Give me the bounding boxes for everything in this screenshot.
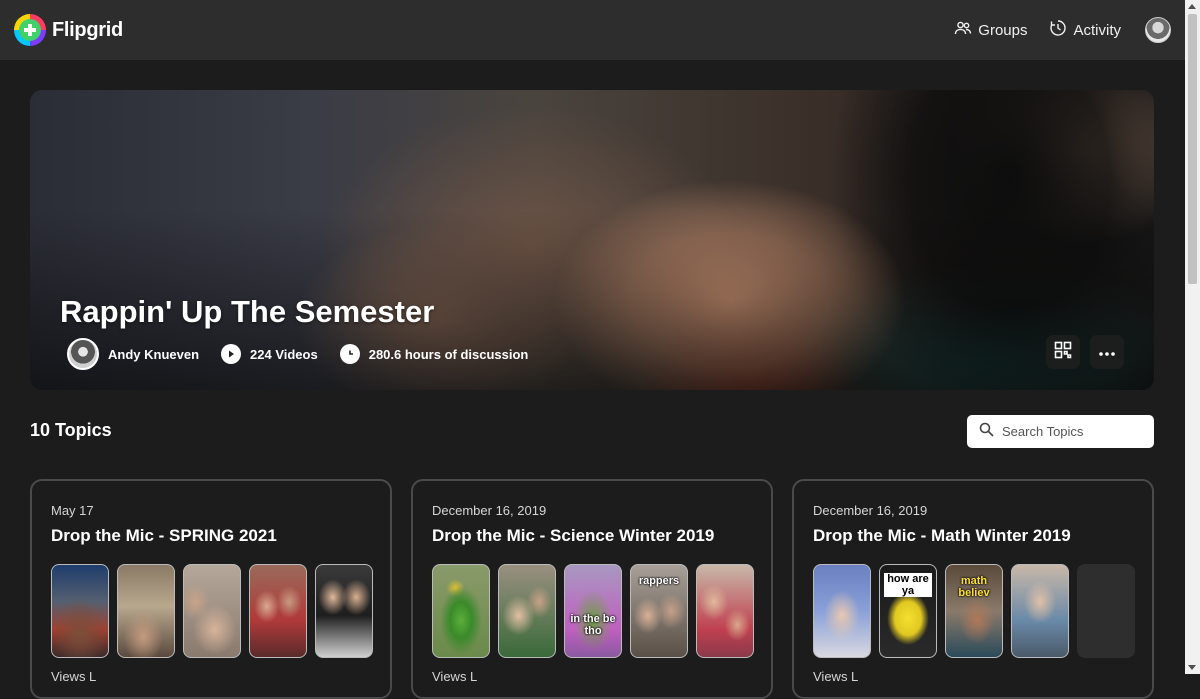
flipgrid-logo[interactable]: Flipgrid <box>14 14 123 46</box>
hero-actions <box>1046 335 1124 369</box>
topic-thumbnails: how are ya math believ <box>813 564 1135 658</box>
topic-title: Drop the Mic - Science Winter 2019 <box>432 526 715 545</box>
topic-card[interactable]: May 17 Drop the Mic - SPRING 2021 Views … <box>30 479 392 699</box>
user-avatar[interactable] <box>1145 17 1171 43</box>
owner-name: Andy Knueven <box>108 346 200 362</box>
thumbnail-caption: math believ <box>958 575 990 599</box>
video-thumbnail[interactable] <box>315 564 373 658</box>
video-thumbnail[interactable] <box>51 564 109 658</box>
qr-code-icon <box>1054 341 1072 364</box>
nav-activity-label: Activity <box>1073 21 1121 39</box>
topic-title: Drop the Mic - SPRING 2021 <box>51 526 277 545</box>
thumbnail-caption: rappers <box>638 575 680 587</box>
topic-views: Views L <box>51 669 97 684</box>
activity-icon <box>1049 19 1067 41</box>
more-icon <box>1099 343 1115 361</box>
video-thumbnail[interactable] <box>249 564 307 658</box>
video-thumbnail[interactable]: rappers <box>630 564 688 658</box>
video-count-label: 224 Videos <box>250 346 318 362</box>
video-count: 224 Videos <box>221 344 318 364</box>
top-bar: Flipgrid Groups Activity <box>0 0 1185 60</box>
owner-avatar <box>67 338 99 370</box>
topic-date: May 17 <box>51 503 94 518</box>
topic-date: December 16, 2019 <box>813 503 928 518</box>
video-thumbnail[interactable] <box>183 564 241 658</box>
topic-views: Views L <box>813 669 859 684</box>
group-hero-banner: Rappin' Up The Semester Andy Knueven 224… <box>30 90 1154 390</box>
search-icon <box>979 422 994 442</box>
clock-icon <box>339 344 360 364</box>
nav-activity[interactable]: Activity <box>1049 19 1121 41</box>
thumbnail-placeholder <box>1077 564 1135 658</box>
topic-views: Views L <box>432 669 478 684</box>
logo-text: Flipgrid <box>52 18 123 41</box>
topic-thumbnails <box>51 564 373 658</box>
group-owner[interactable]: Andy Knueven <box>67 338 199 370</box>
scroll-thumb[interactable] <box>1188 14 1197 284</box>
thumbnail-caption: in the be tho <box>570 613 616 637</box>
video-thumbnail[interactable] <box>696 564 754 658</box>
thumbnail-caption: how are ya <box>884 573 932 597</box>
more-options-button[interactable] <box>1090 335 1124 369</box>
scroll-down-arrow-icon[interactable] <box>1188 665 1196 670</box>
topic-title: Drop the Mic - Math Winter 2019 <box>813 526 1071 545</box>
nav-groups-label: Groups <box>978 21 1028 39</box>
video-thumbnail[interactable]: how are ya <box>879 564 937 658</box>
search-topics-input[interactable] <box>1002 424 1132 439</box>
video-thumbnail[interactable]: in the be tho <box>564 564 622 658</box>
group-title: Rappin' Up The Semester <box>60 294 435 329</box>
logo-mark-icon <box>14 14 46 46</box>
video-thumbnail[interactable] <box>117 564 175 658</box>
group-meta: Andy Knueven 224 Videos 280.6 hours of d… <box>67 338 528 370</box>
video-thumbnail[interactable]: math believ <box>945 564 1003 658</box>
play-icon <box>221 344 242 364</box>
topic-card[interactable]: December 16, 2019 Drop the Mic - Science… <box>411 479 773 699</box>
video-thumbnail[interactable] <box>1011 564 1069 658</box>
video-thumbnail[interactable] <box>432 564 490 658</box>
groups-icon <box>954 19 972 41</box>
page-scrollbar[interactable] <box>1185 0 1200 674</box>
nav-groups[interactable]: Groups <box>954 19 1027 41</box>
video-thumbnail[interactable] <box>813 564 871 658</box>
scroll-up-arrow-icon[interactable] <box>1188 4 1196 9</box>
topic-thumbnails: in the be tho rappers <box>432 564 754 658</box>
topic-card[interactable]: December 16, 2019 Drop the Mic - Math Wi… <box>792 479 1154 699</box>
topic-date: December 16, 2019 <box>432 503 547 518</box>
qr-code-button[interactable] <box>1046 335 1080 369</box>
main-nav: Groups Activity <box>954 17 1171 43</box>
video-thumbnail[interactable] <box>498 564 556 658</box>
search-topics[interactable] <box>967 415 1154 448</box>
topics-count: 10 Topics <box>30 420 112 440</box>
discussion-hours-label: 280.6 hours of discussion <box>368 346 529 362</box>
discussion-hours: 280.6 hours of discussion <box>339 344 529 364</box>
